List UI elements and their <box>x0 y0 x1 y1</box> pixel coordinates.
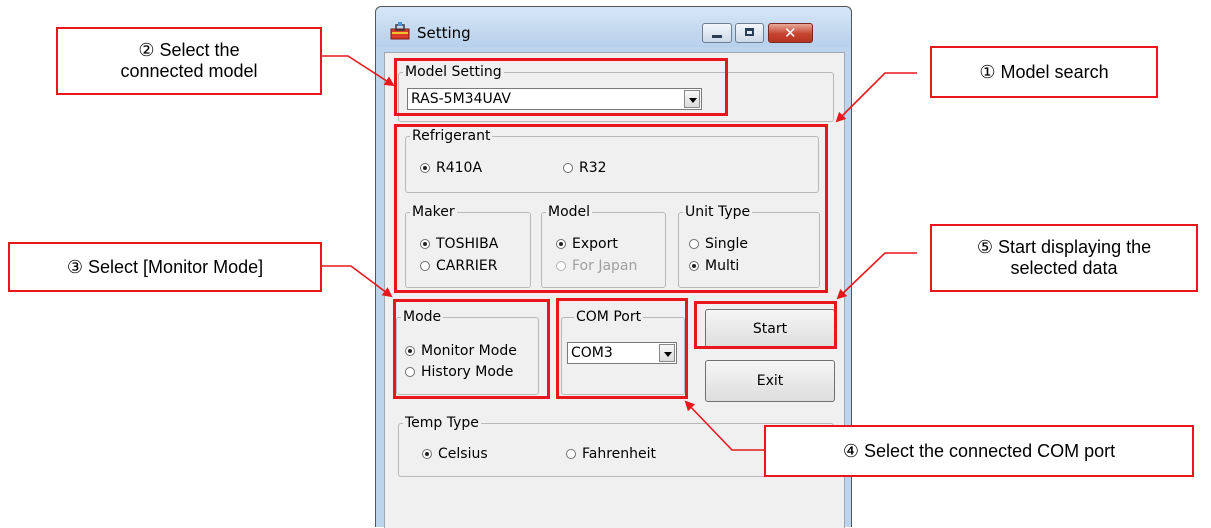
arrow-select-model <box>322 55 395 87</box>
callout-text: connected model <box>120 61 258 81</box>
callout-text: selected data <box>1010 258 1118 278</box>
callout-text: ⑤ Start displaying the <box>976 237 1152 257</box>
callout-text: ② Select the <box>138 40 240 60</box>
callout-select-com: ④ Select the connected COM port <box>764 425 1194 477</box>
arrow-select-mode <box>322 265 393 298</box>
callout-text: ③ Select [Monitor Mode] <box>66 256 264 277</box>
callout-start-display: ⑤ Start displaying the selected data <box>930 224 1198 292</box>
callout-text: ① Model search <box>979 61 1109 82</box>
arrow-start-display <box>836 252 917 300</box>
callout-select-model: ② Select the connected model <box>56 27 322 95</box>
arrow-select-com <box>684 400 764 451</box>
callout-text: ④ Select the connected COM port <box>842 440 1116 461</box>
arrow-model-search <box>835 72 917 123</box>
callout-select-mode: ③ Select [Monitor Mode] <box>8 242 322 292</box>
callout-model-search: ① Model search <box>930 46 1158 98</box>
